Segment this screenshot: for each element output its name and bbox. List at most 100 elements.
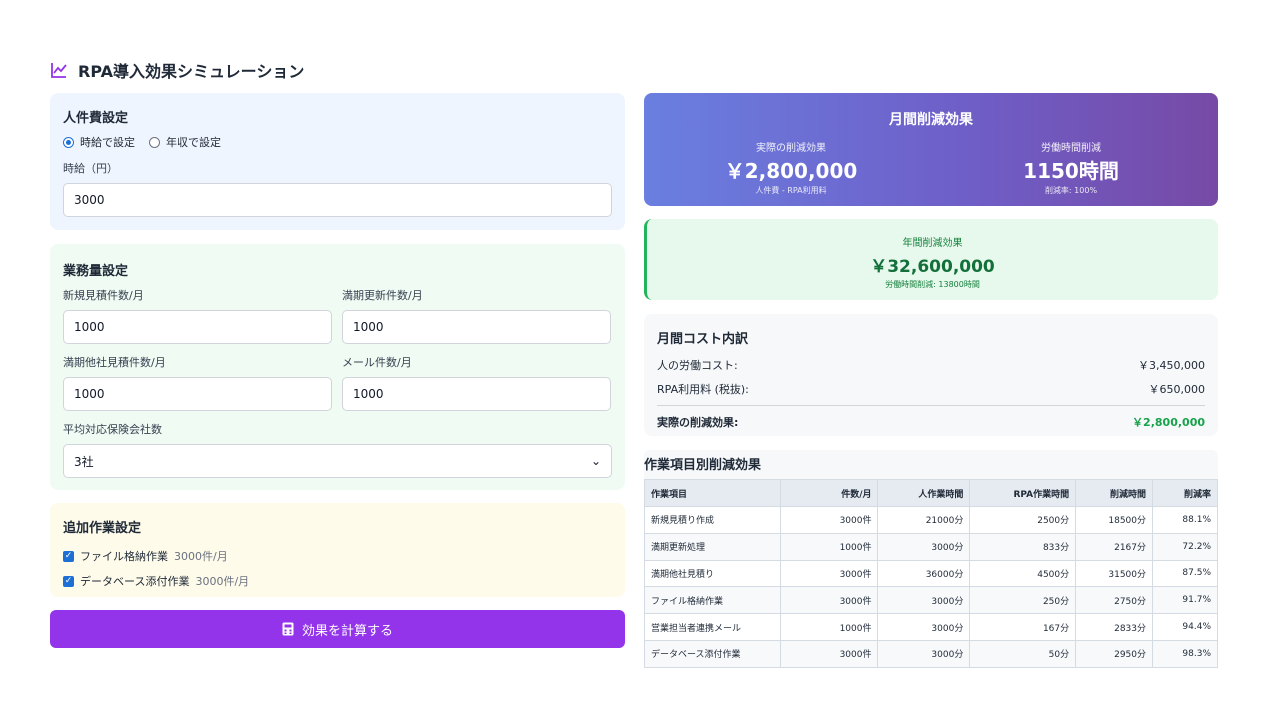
table-cell: 50分 — [969, 639, 1077, 668]
new-quote-input[interactable]: 1000 — [63, 310, 332, 344]
calculate-button[interactable]: 効果を計算する — [50, 610, 625, 648]
annual-effect-value: ￥32,600,000 — [870, 257, 995, 277]
table-cell: 3000分 — [877, 532, 971, 561]
table-row: 満期更新処理 1000件 3000分 833分 2167分 72.2% — [644, 532, 1218, 561]
page-title: RPA導入効果シミュレーション — [78, 62, 305, 81]
table-cell: 72.2% — [1152, 532, 1218, 561]
renewal-value: 1000 — [353, 320, 384, 334]
extra-item-database-attach[interactable]: ✓ データベース添付作業 3000件/月 — [63, 573, 612, 589]
table-cell: 新規見積り作成 — [644, 506, 781, 534]
other-quote-label: 満期他社見積件数/月 — [63, 356, 166, 369]
checkbox-database-attach[interactable]: ✓ — [63, 575, 74, 587]
table-row: 新規見積り作成 3000件 21000分 2500分 18500分 88.1% — [644, 506, 1218, 534]
table-cell: 91.7% — [1152, 586, 1218, 615]
table-cell: 88.1% — [1152, 506, 1218, 534]
table-cell: 18500分 — [1075, 506, 1154, 534]
net-savings-row: 実際の削減効果: ￥2,800,000 — [657, 405, 1205, 430]
table-cell: 98.3% — [1152, 639, 1218, 668]
net-savings-label: 実際の削減効果: — [657, 416, 739, 429]
extra-item-label: ファイル格納作業 — [80, 550, 168, 563]
table-cell: 2167分 — [1075, 532, 1154, 561]
cost-breakdown-card: 月間コスト内訳 人の労働コスト: ￥3,450,000 RPA利用料 (税抜):… — [644, 314, 1218, 436]
renewal-input[interactable]: 1000 — [342, 310, 611, 344]
table-cell: 36000分 — [877, 559, 971, 588]
table-cell: 3000件 — [779, 639, 879, 668]
extra-item-file-storage[interactable]: ✓ ファイル格納作業 3000件/月 — [63, 548, 612, 564]
cost-breakdown-heading: 月間コスト内訳 — [657, 332, 749, 347]
radio-hourly-label: 時給で設定 — [80, 136, 135, 149]
other-quote-value: 1000 — [74, 387, 105, 401]
workload-settings-panel: 業務量設定 新規見積件数/月 1000 満期更新件数/月 1000 満期他社見積… — [50, 244, 625, 490]
table-cell: 31500分 — [1075, 559, 1154, 588]
task-savings-section: 作業項目別削減効果 作業項目 件数/月 人作業時間 RPA作業時間 削減時間 削… — [644, 450, 1218, 668]
rpa-fee-value: ￥650,000 — [1148, 383, 1206, 396]
insurer-count-select[interactable]: 3社 ⌄ — [63, 444, 612, 478]
table-cell: 満期他社見積り — [644, 559, 781, 588]
table-header-cell: 削減率 — [1152, 479, 1218, 507]
table-cell: 1000件 — [779, 532, 879, 561]
mail-input[interactable]: 1000 — [342, 377, 611, 411]
radio-hourly-indicator[interactable] — [63, 136, 74, 148]
table-cell: 94.4% — [1152, 613, 1218, 641]
rpa-fee-row: RPA利用料 (税抜): ￥650,000 — [657, 381, 1205, 397]
monthly-effect-card: 月間削減効果 実際の削減効果 ￥2,800,000 人件費 - RPA利用料 労… — [644, 93, 1218, 206]
annual-effect-note: 労働時間削減: 13800時間 — [885, 280, 980, 289]
radio-annual-label: 年収で設定 — [166, 136, 221, 149]
new-quote-label: 新規見積件数/月 — [63, 289, 144, 302]
monthly-savings-value: ￥2,800,000 — [724, 159, 858, 183]
labor-cost-label: 人の労働コスト: — [657, 359, 738, 372]
extra-settings-heading: 追加作業設定 — [63, 521, 142, 536]
renewal-label: 満期更新件数/月 — [342, 289, 423, 302]
new-quote-value: 1000 — [74, 320, 105, 334]
checkbox-file-storage[interactable]: ✓ — [63, 550, 74, 562]
monthly-savings-block: 実際の削減効果 ￥2,800,000 人件費 - RPA利用料 — [691, 139, 891, 196]
table-cell: 167分 — [969, 613, 1077, 641]
task-savings-heading: 作業項目別削減効果 — [644, 458, 762, 473]
table-cell: 833分 — [969, 532, 1077, 561]
table-row: ファイル格納作業 3000件 3000分 250分 2750分 91.7% — [644, 586, 1218, 615]
monthly-savings-label: 実際の削減効果 — [756, 143, 826, 154]
cost-settings-heading: 人件費設定 — [63, 111, 129, 126]
hourly-wage-label: 時給（円） — [63, 162, 118, 175]
table-row: データベース添付作業 3000件 3000分 50分 2950分 98.3% — [644, 639, 1218, 668]
extra-item-label: データベース添付作業 — [80, 575, 190, 588]
table-row: 満期他社見積り 3000件 36000分 4500分 31500分 87.5% — [644, 559, 1218, 588]
insurer-count-label: 平均対応保険会社数 — [63, 423, 162, 436]
table-cell: 3000件 — [779, 506, 879, 534]
table-header-cell: 作業項目 — [644, 479, 781, 507]
table-cell: 3000件 — [779, 559, 879, 588]
net-savings-value: ￥2,800,000 — [1132, 416, 1205, 429]
hourly-wage-input[interactable]: 3000 — [63, 183, 612, 217]
radio-annual[interactable]: 年収で設定 — [149, 134, 221, 150]
monthly-effect-title: 月間削減効果 — [889, 112, 973, 128]
table-cell: 21000分 — [877, 506, 971, 534]
table-cell: 2950分 — [1075, 639, 1154, 668]
monthly-hours-note: 削減率: 100% — [1044, 186, 1098, 195]
other-quote-input[interactable]: 1000 — [63, 377, 332, 411]
monthly-hours-label: 労働時間削減 — [1041, 143, 1101, 154]
radio-hourly[interactable]: 時給で設定 — [63, 134, 135, 150]
table-cell: 2833分 — [1075, 613, 1154, 641]
monthly-savings-note: 人件費 - RPA利用料 — [755, 186, 827, 195]
table-cell: 87.5% — [1152, 559, 1218, 588]
calculator-icon — [282, 622, 294, 636]
table-cell: ファイル格納作業 — [644, 586, 781, 615]
table-cell: 2750分 — [1075, 586, 1154, 615]
table-cell: 営業担当者連携メール — [644, 613, 781, 641]
mail-label: メール件数/月 — [342, 356, 412, 369]
table-header-row: 作業項目 件数/月 人作業時間 RPA作業時間 削減時間 削減率 — [644, 479, 1218, 507]
workload-fields: 新規見積件数/月 1000 満期更新件数/月 1000 満期他社見積件数/月 1… — [63, 287, 612, 411]
monthly-hours-value: 1150時間 — [1023, 159, 1119, 183]
table-cell: 3000分 — [877, 639, 971, 668]
cost-settings-panel: 人件費設定 時給で設定 年収で設定 時給（円） 3000 — [50, 93, 625, 230]
task-savings-table: 作業項目 件数/月 人作業時間 RPA作業時間 削減時間 削減率 新規見積り作成… — [644, 479, 1218, 668]
cost-mode-radio-group: 時給で設定 年収で設定 — [63, 134, 612, 150]
table-cell: 1000件 — [779, 613, 879, 641]
insurer-count-value: 3社 — [74, 454, 94, 469]
rpa-fee-label: RPA利用料 (税抜): — [657, 383, 749, 396]
table-header-cell: 人作業時間 — [877, 479, 971, 507]
table-header-cell: 件数/月 — [779, 479, 879, 507]
table-cell: 3000分 — [877, 586, 971, 615]
radio-annual-indicator[interactable] — [149, 136, 160, 148]
chevron-down-icon: ⌄ — [590, 454, 601, 468]
